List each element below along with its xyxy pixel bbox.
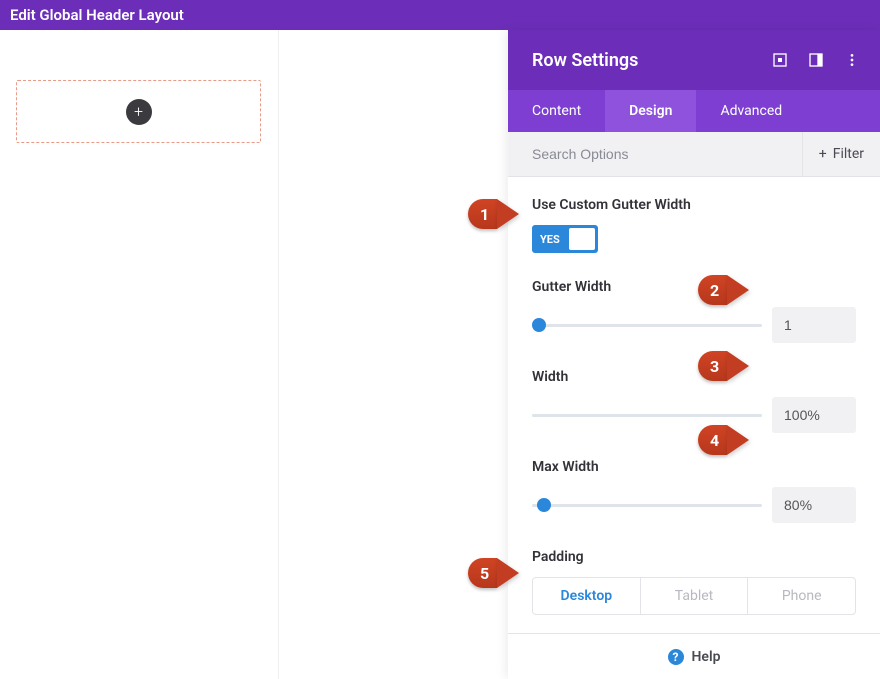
input-gutter-width[interactable] [772,307,856,343]
toggle-knob [569,228,595,250]
help-button[interactable]: ? Help [508,633,880,679]
label-padding: Padding [532,549,856,565]
slider-max-width[interactable] [532,504,762,507]
tab-advanced[interactable]: Advanced [696,90,806,132]
device-tab-desktop[interactable]: Desktop [533,578,640,614]
panel-body: Use Custom Gutter Width YES Gutter Width… [508,177,880,633]
plus-icon: + [819,146,827,162]
tab-design[interactable]: Design [605,90,696,132]
device-tab-phone[interactable]: Phone [747,578,855,614]
label-gutter-toggle: Use Custom Gutter Width [532,197,856,213]
filter-button[interactable]: + Filter [802,132,880,176]
tab-content[interactable]: Content [508,90,605,132]
slider-thumb[interactable] [532,318,546,332]
toggle-gutter[interactable]: YES [532,225,598,253]
slider-thumb[interactable] [537,498,551,512]
label-width: Width [532,369,856,385]
top-bar-title: Edit Global Header Layout [10,6,184,24]
snap-icon[interactable] [772,52,788,68]
input-max-width[interactable] [772,487,856,523]
help-label: Help [692,649,721,665]
plus-icon: + [134,102,143,121]
search-input[interactable] [508,132,802,176]
field-gutter-width: Gutter Width [532,279,856,343]
help-icon: ? [668,649,684,665]
input-width[interactable] [772,397,856,433]
canvas-divider [278,30,279,679]
field-use-custom-gutter: Use Custom Gutter Width YES [532,197,856,253]
slider-gutter-width[interactable] [532,324,762,327]
filter-label: Filter [833,146,864,162]
panel-header: Row Settings [508,30,880,90]
field-padding: Padding Desktop Tablet Phone Top [532,549,856,633]
label-max-width: Max Width [532,459,856,475]
device-tab-tablet[interactable]: Tablet [640,578,748,614]
toggle-gutter-text: YES [540,233,560,246]
label-gutter-width: Gutter Width [532,279,856,295]
field-max-width: Max Width [532,459,856,523]
search-row: + Filter [508,132,880,177]
slider-width[interactable] [532,414,762,417]
top-bar: Edit Global Header Layout [0,0,880,30]
device-tabs: Desktop Tablet Phone [532,577,856,615]
panel-header-actions [772,52,860,68]
add-module-button[interactable]: + [126,99,152,125]
panel-tabs: Content Design Advanced [508,90,880,132]
empty-section[interactable]: + [16,80,261,143]
more-icon[interactable] [844,52,860,68]
settings-panel: Row Settings Content Design Advanced + F… [508,30,880,679]
dock-icon[interactable] [808,52,824,68]
field-width: Width [532,369,856,433]
panel-title: Row Settings [532,50,638,71]
builder-canvas: + [0,30,508,679]
